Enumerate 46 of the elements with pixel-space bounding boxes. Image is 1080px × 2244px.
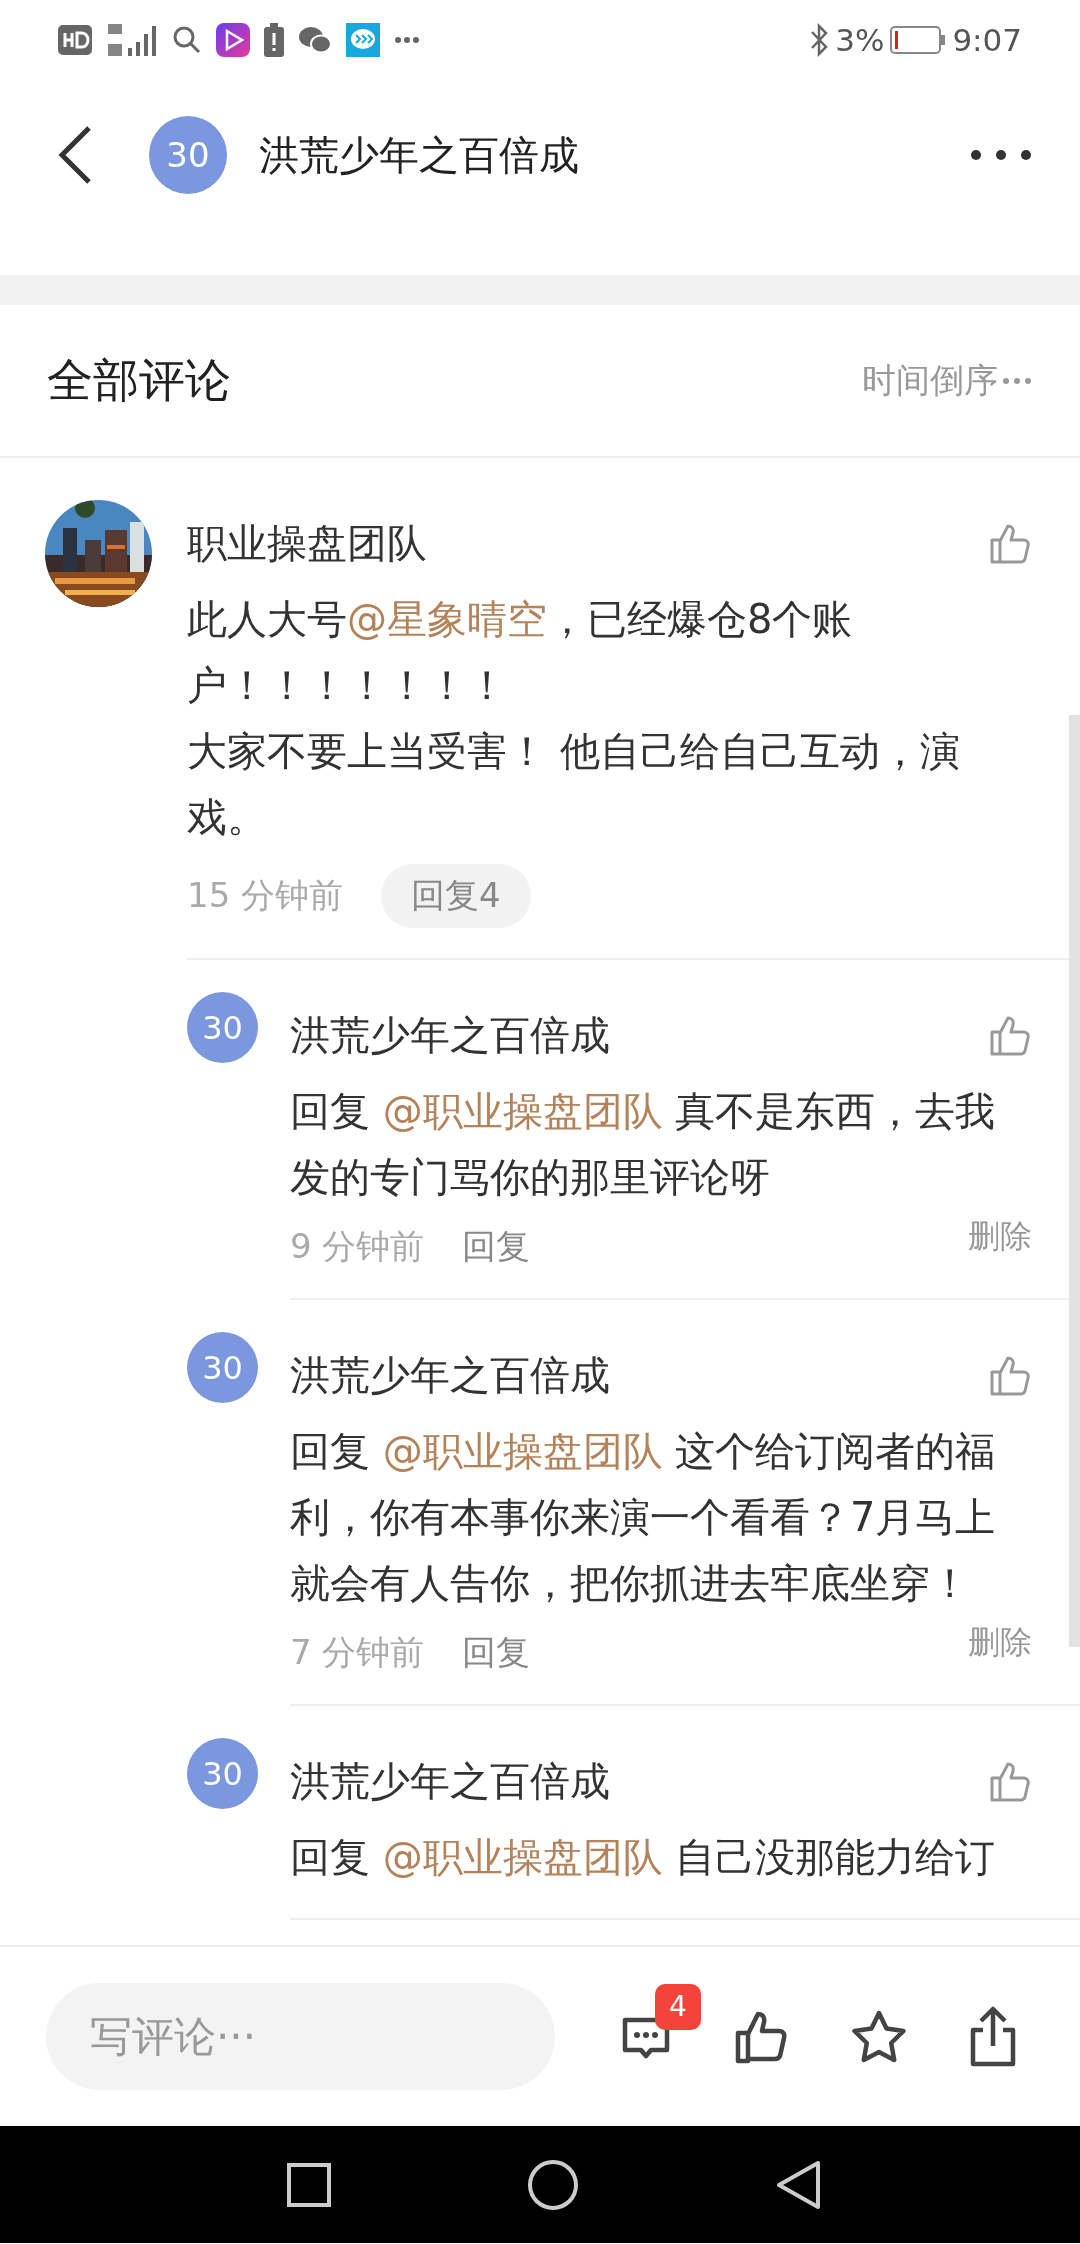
avatar: 30 [149, 116, 227, 194]
back-icon[interactable] [57, 125, 93, 185]
alert-icon [264, 23, 284, 57]
reply-link[interactable]: 回复 [462, 1224, 531, 1270]
timestamp: 9 分钟前 [290, 1225, 425, 1268]
count-badge: 4 [655, 1983, 701, 2030]
timestamp: 15 分钟前 [187, 874, 344, 917]
mention-link[interactable]: @职业操盘团队 [382, 1428, 663, 1474]
replies-button[interactable]: 回复4 [381, 864, 531, 928]
author-name: 洪荒少年之百倍成 [290, 1756, 610, 1806]
section-title: 全部评论 [47, 351, 231, 409]
mention-link[interactable]: @职业操盘团队 [382, 1088, 663, 1134]
reply-text: 回复 @职业操盘团队 自己没那能力给订 [290, 1833, 997, 1882]
comment-input[interactable]: 写评论··· [46, 1983, 555, 2090]
timestamp: 7 分钟前 [290, 1631, 425, 1674]
mention-link[interactable]: @职业操盘团队 [382, 1834, 663, 1880]
battery-percent: 3% [835, 22, 885, 58]
author-name: 洪荒少年之百倍成 [290, 1010, 610, 1060]
comment-text: 大家不要上当受害！ 他自己给自己互动，演戏。 [187, 727, 961, 842]
avatar: 30 [187, 1332, 258, 1403]
square-nav-icon[interactable] [286, 2161, 332, 2208]
play-app-icon [216, 23, 250, 57]
messenger-app-icon [346, 23, 380, 57]
page-title: 洪荒少年之百倍成 [259, 130, 579, 180]
mention-link[interactable]: @星象晴空 [347, 596, 547, 642]
more-icon [394, 36, 420, 44]
author-name: 洪荒少年之百倍成 [290, 1350, 610, 1400]
avatar: 30 [187, 1738, 258, 1809]
chat-icon [298, 25, 332, 55]
comment-text: 此人大号@星象晴空，已经爆仓8个账户！！！！！！！ [187, 595, 854, 710]
delete-link[interactable]: 删除 [968, 1215, 1032, 1259]
search-icon [172, 25, 202, 55]
home-nav-icon[interactable] [527, 2158, 579, 2211]
delete-link[interactable]: 删除 [968, 1621, 1032, 1665]
avatar: 30 [187, 992, 258, 1063]
clock: 9:07 [952, 22, 1022, 58]
battery-icon [890, 26, 947, 54]
hd-icon [58, 25, 92, 55]
signal-icon [106, 22, 158, 58]
back-nav-icon[interactable] [774, 2158, 822, 2211]
more-icon[interactable] [970, 149, 1032, 161]
bluetooth-icon [809, 23, 830, 57]
reply-link[interactable]: 回复 [462, 1630, 531, 1676]
author-name: 职业操盘团队 [187, 518, 427, 568]
scrollbar[interactable] [1069, 715, 1080, 1647]
sort-label[interactable]: 时间倒序 [862, 357, 998, 404]
